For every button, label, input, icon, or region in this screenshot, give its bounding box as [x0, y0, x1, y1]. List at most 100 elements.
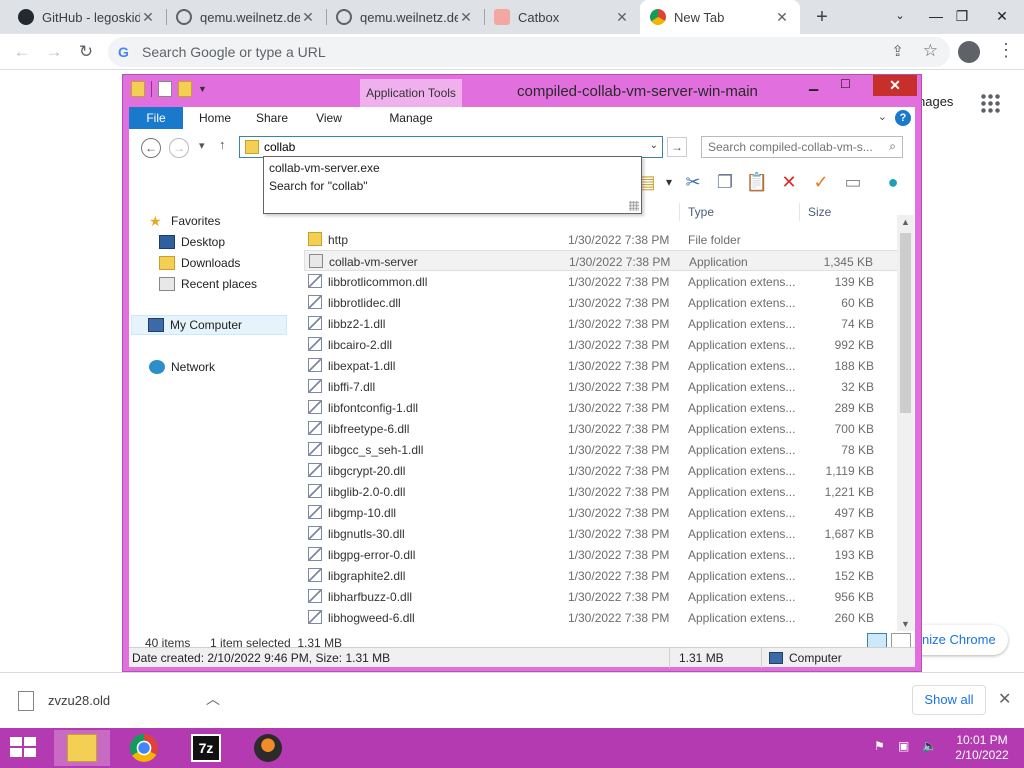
- file-row[interactable]: libbrotlidec.dll 1/30/2022 7:38 PM Applica…: [304, 292, 900, 313]
- back-icon[interactable]: ←: [10, 40, 34, 64]
- tab-catbox[interactable]: Catbox ✕: [484, 0, 640, 34]
- close-window-icon[interactable]: ✕: [980, 0, 1024, 34]
- tab-qemu-1[interactable]: qemu.weilnetz.de ✕: [166, 0, 326, 34]
- reload-icon[interactable]: ↻: [74, 40, 98, 64]
- nav-my-computer[interactable]: My Computer: [131, 315, 287, 335]
- forward-icon[interactable]: →: [169, 138, 189, 158]
- column-size[interactable]: Size: [808, 205, 831, 219]
- file-row[interactable]: libgmp-10.dll 1/30/2022 7:38 PM Applicatio…: [304, 502, 900, 523]
- file-row[interactable]: libcairo-2.dll 1/30/2022 7:38 PM Applicati…: [304, 334, 900, 355]
- file-row[interactable]: libbrotlicommon.dll 1/30/2022 7:38 PM Appl…: [304, 271, 900, 292]
- network-tray-icon[interactable]: ▣: [898, 739, 909, 753]
- nav-recent-places[interactable]: Recent places: [159, 274, 257, 294]
- tab-manage[interactable]: Manage: [361, 107, 461, 129]
- chevron-up-icon[interactable]: ︿: [206, 689, 220, 709]
- images-link[interactable]: nages: [918, 94, 953, 109]
- up-icon[interactable]: ↑: [219, 137, 226, 152]
- file-row[interactable]: libharfbuzz-0.dll 1/30/2022 7:38 PM Applic…: [304, 586, 900, 607]
- resize-grip-icon[interactable]: [629, 201, 639, 211]
- new-tab-button[interactable]: +: [810, 5, 834, 29]
- taskbar-file-explorer[interactable]: [54, 730, 110, 766]
- file-row[interactable]: libffi-7.dll 1/30/2022 7:38 PM Application…: [304, 376, 900, 397]
- google-apps-icon[interactable]: [980, 93, 1000, 113]
- file-row[interactable]: collab-vm-server 1/30/2022 7:38 PM Applica…: [304, 250, 900, 271]
- tab-new-tab[interactable]: New Tab ✕: [640, 0, 800, 34]
- expand-ribbon-icon[interactable]: ⌄: [878, 110, 887, 123]
- show-all-button[interactable]: Show all: [912, 685, 986, 715]
- scroll-down-icon[interactable]: ▼: [897, 619, 914, 629]
- column-type[interactable]: Type: [688, 205, 714, 219]
- close-tab-icon[interactable]: ✕: [140, 9, 156, 26]
- profile-avatar[interactable]: [958, 41, 980, 63]
- help-icon[interactable]: ?: [895, 110, 911, 126]
- scrollbar-thumb[interactable]: [900, 233, 911, 413]
- file-row[interactable]: libexpat-1.dll 1/30/2022 7:38 PM Applicati…: [304, 355, 900, 376]
- download-item[interactable]: zvzu28.old ︿: [12, 683, 232, 719]
- omnibox[interactable]: G Search Google or type a URL ⇪ ☆: [108, 37, 950, 67]
- restore-icon[interactable]: ❐: [940, 0, 984, 34]
- copy-icon[interactable]: ❐: [713, 170, 737, 194]
- search-input[interactable]: [708, 139, 878, 155]
- tab-home[interactable]: Home: [189, 107, 241, 129]
- file-row[interactable]: libgcc_s_seh-1.dll 1/30/2022 7:38 PM Appli…: [304, 439, 900, 460]
- rename-icon[interactable]: ▭: [841, 170, 865, 194]
- tab-share[interactable]: Share: [247, 107, 297, 129]
- file-row[interactable]: libgnutls-30.dll 1/30/2022 7:38 PM Applica…: [304, 523, 900, 544]
- tab-qemu-2[interactable]: qemu.weilnetz.de ✕: [326, 0, 484, 34]
- file-row[interactable]: libgpg-error-0.dll 1/30/2022 7:38 PM Appli…: [304, 544, 900, 565]
- nav-favorites[interactable]: ★ Favorites: [149, 211, 220, 231]
- address-bar[interactable]: ⌄: [239, 136, 663, 158]
- close-tab-icon[interactable]: ✕: [458, 9, 474, 26]
- bookmark-star-icon[interactable]: ☆: [923, 41, 938, 61]
- close-window-button[interactable]: ✕: [873, 75, 917, 96]
- close-tab-icon[interactable]: ✕: [774, 9, 790, 26]
- maximize-icon[interactable]: ☐: [840, 77, 851, 91]
- delete-icon[interactable]: ✕: [777, 170, 801, 194]
- vertical-scrollbar[interactable]: ▲ ▼: [897, 215, 914, 631]
- close-tab-icon[interactable]: ✕: [614, 9, 630, 26]
- cut-icon[interactable]: ✂: [681, 170, 705, 194]
- go-arrow-icon[interactable]: →: [667, 137, 687, 157]
- new-folder-icon[interactable]: [178, 81, 192, 97]
- taskbar-7zip[interactable]: 7z: [178, 730, 234, 766]
- file-row[interactable]: libglib-2.0-0.dll 1/30/2022 7:38 PM Applic…: [304, 481, 900, 502]
- paste-icon[interactable]: 📋: [745, 170, 769, 194]
- file-row[interactable]: libhogweed-6.dll 1/30/2022 7:38 PM Applica…: [304, 607, 900, 628]
- address-dropdown-icon[interactable]: ⌄: [650, 140, 658, 151]
- share-icon[interactable]: ⇪: [891, 42, 904, 60]
- close-icon[interactable]: ✕: [998, 689, 1011, 709]
- tab-github[interactable]: GitHub - legoskid ✕: [8, 0, 166, 34]
- back-icon[interactable]: ←: [141, 138, 161, 158]
- dropdown-icon[interactable]: ▾: [657, 170, 681, 194]
- volume-icon[interactable]: 🔈: [922, 739, 937, 753]
- properties-globe-icon[interactable]: ●: [881, 170, 905, 194]
- flag-icon[interactable]: ⚑: [874, 739, 885, 753]
- customize-qat-icon[interactable]: ▼: [198, 81, 208, 97]
- tab-view[interactable]: View: [305, 107, 353, 129]
- file-row[interactable]: libgraphite2.dll 1/30/2022 7:38 PM Applica…: [304, 565, 900, 586]
- search-icon[interactable]: ⌕: [889, 139, 896, 154]
- minimize-icon[interactable]: ▁: [809, 77, 818, 91]
- recent-locations-icon[interactable]: ▾: [199, 139, 205, 152]
- file-row[interactable]: libfontconfig-1.dll 1/30/2022 7:38 PM Appl…: [304, 397, 900, 418]
- taskbar-app[interactable]: [240, 730, 296, 766]
- autocomplete-item[interactable]: collab-vm-server.exe: [269, 159, 380, 177]
- autocomplete-search-item[interactable]: Search for "collab": [269, 177, 368, 195]
- tab-file[interactable]: File: [129, 107, 183, 129]
- close-tab-icon[interactable]: ✕: [300, 9, 316, 26]
- file-row[interactable]: http 1/30/2022 7:38 PM File folder: [304, 229, 900, 250]
- scroll-up-icon[interactable]: ▲: [897, 217, 914, 227]
- file-row[interactable]: libgcrypt-20.dll 1/30/2022 7:38 PM Applica…: [304, 460, 900, 481]
- nav-downloads[interactable]: Downloads: [159, 253, 240, 273]
- nav-desktop[interactable]: Desktop: [159, 232, 225, 252]
- checkmark-icon[interactable]: ✓: [809, 170, 833, 194]
- clock[interactable]: 10:01 PM 2/10/2022: [944, 733, 1020, 763]
- file-row[interactable]: libfreetype-6.dll 1/30/2022 7:38 PM Applic…: [304, 418, 900, 439]
- taskbar-chrome[interactable]: [116, 730, 172, 766]
- address-input[interactable]: [264, 139, 634, 155]
- chrome-menu-icon[interactable]: ⋮: [996, 40, 1016, 61]
- properties-icon[interactable]: [158, 81, 172, 97]
- forward-icon[interactable]: →: [42, 40, 66, 64]
- search-box[interactable]: ⌕: [701, 136, 903, 158]
- windows-start-icon[interactable]: [10, 737, 38, 759]
